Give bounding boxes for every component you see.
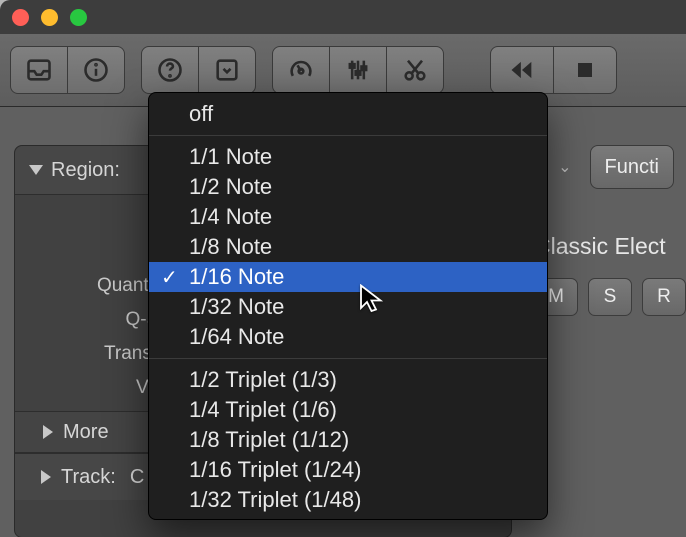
menu-separator <box>149 358 547 359</box>
zoom-window-button[interactable] <box>70 9 87 26</box>
help-button[interactable] <box>141 46 199 94</box>
chevron-down-icon[interactable]: ⌄ <box>558 157 571 177</box>
minimize-window-button[interactable] <box>41 9 58 26</box>
quantize-option-1-32[interactable]: 1/32 Note <box>149 292 547 322</box>
functions-menu-button[interactable]: Functi <box>590 145 674 189</box>
quantize-option-1-8[interactable]: 1/8 Note <box>149 232 547 262</box>
inspector-button[interactable] <box>67 46 125 94</box>
smart-controls-button[interactable] <box>272 46 330 94</box>
quantize-option-triplet-1-4[interactable]: 1/4 Triplet (1/6) <box>149 395 547 425</box>
sliders-icon <box>344 56 372 84</box>
scissors-icon <box>401 56 429 84</box>
disclosure-down-icon <box>29 165 43 175</box>
disclosure-right-icon <box>43 425 53 439</box>
track-record-button[interactable]: R <box>642 278 686 316</box>
quantize-option-1-4[interactable]: 1/4 Note <box>149 202 547 232</box>
quantize-option-triplet-1-32[interactable]: 1/32 Triplet (1/48) <box>149 485 547 515</box>
quantize-option-triplet-1-2[interactable]: 1/2 Triplet (1/3) <box>149 365 547 395</box>
disclosure-right-icon <box>41 470 51 484</box>
region-header-label: Region: <box>51 159 120 182</box>
quantize-option-off[interactable]: off <box>149 99 547 129</box>
quantize-option-1-64[interactable]: 1/64 Note <box>149 322 547 352</box>
track-header-label: Track: <box>61 466 116 489</box>
track-solo-button[interactable]: S <box>588 278 632 316</box>
track-header-suffix: C <box>130 466 144 489</box>
window-titlebar <box>0 0 686 34</box>
quantize-option-1-16[interactable]: 1/16 Note <box>149 262 547 292</box>
tray-icon <box>25 56 53 84</box>
track-name-label: Classic Elect <box>534 233 686 260</box>
stop-icon <box>571 56 599 84</box>
close-window-button[interactable] <box>12 9 29 26</box>
stop-button[interactable] <box>553 46 617 94</box>
quantize-option-triplet-1-16[interactable]: 1/16 Triplet (1/24) <box>149 455 547 485</box>
more-label: More <box>63 421 109 444</box>
question-icon <box>156 56 184 84</box>
functions-label: Functi <box>605 156 659 179</box>
menu-separator <box>149 135 547 136</box>
quantize-option-triplet-1-8[interactable]: 1/8 Triplet (1/12) <box>149 425 547 455</box>
rewind-icon <box>508 56 536 84</box>
quantize-option-1-1[interactable]: 1/1 Note <box>149 142 547 172</box>
library-button[interactable] <box>10 46 68 94</box>
dial-icon <box>287 56 315 84</box>
rewind-button[interactable] <box>490 46 554 94</box>
quantize-menu[interactable]: off 1/1 Note 1/2 Note 1/4 Note 1/8 Note … <box>148 92 548 520</box>
chevron-down-panel-icon <box>213 56 241 84</box>
info-icon <box>82 56 110 84</box>
mixer-button[interactable] <box>329 46 387 94</box>
toolbar-menu-button[interactable] <box>198 46 256 94</box>
quantize-option-1-2[interactable]: 1/2 Note <box>149 172 547 202</box>
editors-button[interactable] <box>386 46 444 94</box>
